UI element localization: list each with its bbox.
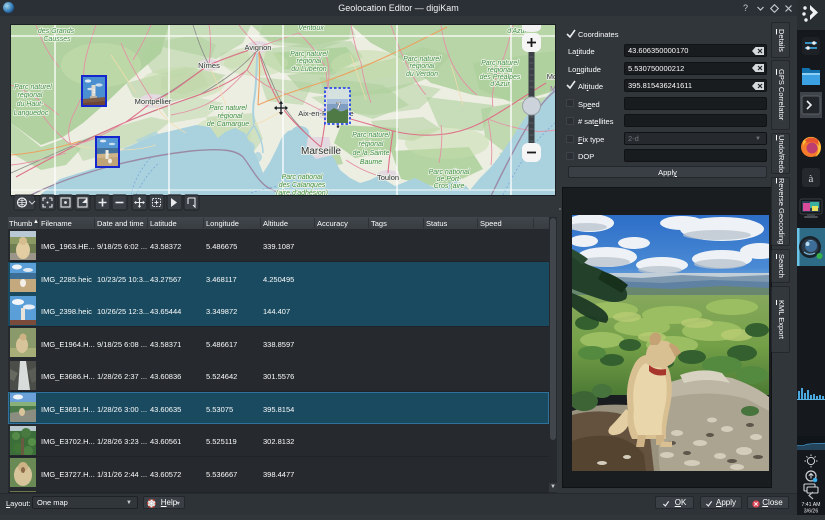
- svg-text:7:41 AM: 7:41 AM: [801, 502, 820, 508]
- svg-text:à: à: [809, 173, 814, 185]
- svg-text:3/6/26: 3/6/26: [804, 509, 819, 515]
